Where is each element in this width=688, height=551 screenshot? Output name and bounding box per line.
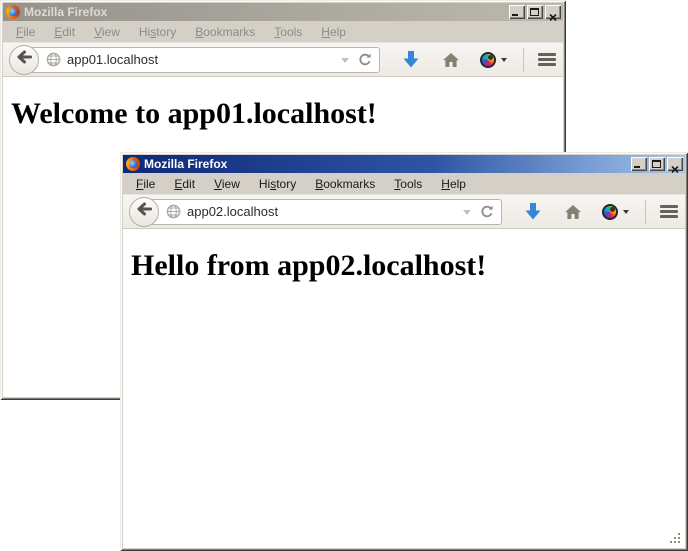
window-controls xyxy=(629,157,683,171)
maximize-icon xyxy=(530,8,539,16)
desktop: Mozilla Firefox File Edit View History B… xyxy=(0,0,688,551)
window-title: Mozilla Firefox xyxy=(24,5,507,19)
globe-icon xyxy=(46,52,61,67)
navigation-toolbar xyxy=(3,42,563,77)
menu-edit[interactable]: Edit xyxy=(167,175,202,193)
firefox-logo-icon xyxy=(126,157,140,171)
url-dropdown-icon[interactable] xyxy=(463,210,471,219)
menu-panel-button[interactable] xyxy=(538,53,555,66)
addon-button[interactable] xyxy=(602,204,629,220)
navigation-toolbar xyxy=(123,194,685,229)
menu-view[interactable]: View xyxy=(207,175,247,193)
caret-down-icon xyxy=(623,210,629,217)
url-input[interactable] xyxy=(67,52,337,67)
menu-history[interactable]: History xyxy=(252,175,303,193)
addon-button[interactable] xyxy=(480,52,507,68)
menu-view[interactable]: View xyxy=(87,23,127,41)
menu-bookmarks[interactable]: Bookmarks xyxy=(188,23,262,41)
toolbar-separator xyxy=(523,48,524,72)
close-icon xyxy=(671,160,679,178)
caret-down-icon xyxy=(501,58,507,65)
menu-file[interactable]: File xyxy=(9,23,42,41)
back-button[interactable] xyxy=(129,197,159,227)
colorzilla-lens-icon xyxy=(480,52,496,68)
back-arrow-icon xyxy=(135,200,153,223)
reload-icon[interactable] xyxy=(357,52,373,68)
toolbar-separator xyxy=(645,200,646,224)
titlebar[interactable]: Mozilla Firefox xyxy=(123,155,685,173)
home-button[interactable] xyxy=(442,52,460,68)
back-arrow-icon xyxy=(15,48,33,71)
maximize-button[interactable] xyxy=(649,157,665,171)
menu-panel-button[interactable] xyxy=(660,205,677,218)
minimize-button[interactable] xyxy=(509,5,525,19)
menu-history[interactable]: History xyxy=(132,23,183,41)
back-button[interactable] xyxy=(9,45,39,75)
resize-grip-icon[interactable] xyxy=(669,532,682,545)
home-button[interactable] xyxy=(564,204,582,220)
colorzilla-lens-icon xyxy=(602,204,618,220)
page-heading: Hello from app02.localhost! xyxy=(131,249,685,283)
menu-bar: File Edit View History Bookmarks Tools H… xyxy=(3,21,563,42)
menu-help[interactable]: Help xyxy=(314,23,353,41)
url-bar[interactable] xyxy=(24,47,380,73)
page-heading: Welcome to app01.localhost! xyxy=(11,97,563,131)
maximize-button[interactable] xyxy=(527,5,543,19)
window-controls xyxy=(507,5,561,19)
url-input[interactable] xyxy=(187,204,459,219)
window-title: Mozilla Firefox xyxy=(144,157,629,171)
menu-tools[interactable]: Tools xyxy=(267,23,309,41)
close-icon xyxy=(549,8,557,26)
close-button[interactable] xyxy=(545,5,561,19)
menu-bar: File Edit View History Bookmarks Tools H… xyxy=(123,173,685,194)
close-button[interactable] xyxy=(667,157,683,171)
titlebar[interactable]: Mozilla Firefox xyxy=(3,3,563,21)
minimize-icon xyxy=(512,14,518,16)
menu-bookmarks[interactable]: Bookmarks xyxy=(308,175,382,193)
minimize-icon xyxy=(634,166,640,168)
page-content-app02: Hello from app02.localhost! xyxy=(123,229,685,548)
minimize-button[interactable] xyxy=(631,157,647,171)
menu-file[interactable]: File xyxy=(129,175,162,193)
globe-icon xyxy=(166,204,181,219)
firefox-window-app02[interactable]: Mozilla Firefox File Edit View History B… xyxy=(120,152,688,551)
menu-tools[interactable]: Tools xyxy=(387,175,429,193)
url-bar[interactable] xyxy=(144,199,502,225)
menu-edit[interactable]: Edit xyxy=(47,23,82,41)
firefox-logo-icon xyxy=(6,5,20,19)
reload-icon[interactable] xyxy=(479,204,495,220)
menu-help[interactable]: Help xyxy=(434,175,473,193)
downloads-button[interactable] xyxy=(524,202,542,221)
downloads-button[interactable] xyxy=(402,50,420,69)
maximize-icon xyxy=(652,160,661,168)
url-dropdown-icon[interactable] xyxy=(341,58,349,67)
